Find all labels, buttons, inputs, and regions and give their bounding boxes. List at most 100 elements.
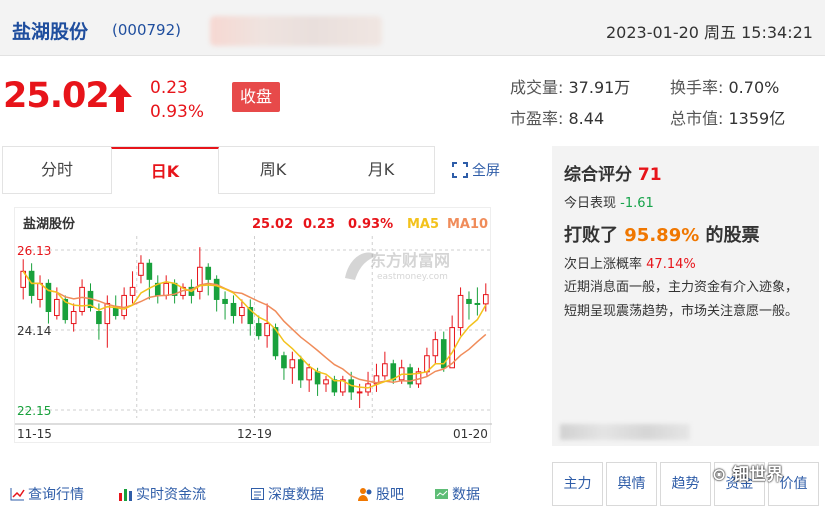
- wechat-icon: ⊙: [712, 465, 727, 485]
- blurred-region: [210, 16, 382, 46]
- kline-chart[interactable]: 盐湖股份 25.02 0.23 0.93% MA5 MA10 东方财富网 eas…: [14, 207, 492, 443]
- legend-ma10: MA10: [447, 217, 488, 232]
- datetime: 2023-01-20 周五 15:34:21: [605, 23, 813, 42]
- link-quote-query[interactable]: 查询行情: [10, 484, 84, 504]
- candle: [87, 283, 94, 312]
- fullscreen-button[interactable]: 全屏: [452, 160, 500, 180]
- button-main-force[interactable]: 主力: [552, 462, 603, 506]
- candle: [432, 331, 439, 364]
- price-change: 0.23 0.93%: [150, 76, 204, 124]
- candle-body: [289, 359, 296, 369]
- candle: [255, 315, 262, 340]
- candle-body: [146, 262, 153, 280]
- candle: [154, 275, 161, 304]
- candle: [197, 247, 203, 300]
- stock-code: (000792): [112, 21, 181, 39]
- blurred-region: [560, 424, 690, 440]
- tab-intraday[interactable]: 分时: [3, 147, 111, 194]
- candle-body: [70, 311, 77, 325]
- up-arrow-icon: [108, 84, 132, 112]
- today-value: -1.61: [620, 196, 654, 211]
- candle: [339, 375, 346, 396]
- ytick-mid: 24.14: [17, 324, 51, 338]
- data-icon: [435, 489, 448, 499]
- candle: [37, 275, 43, 308]
- pe-value: 8.44: [568, 109, 605, 128]
- turnover-label: 换手率:: [670, 78, 724, 97]
- change-value: 0.23: [150, 78, 188, 98]
- candle: [264, 303, 270, 348]
- link-label: 查询行情: [28, 487, 84, 503]
- beat-stat: 打败了 95.89% 的股票: [564, 221, 760, 247]
- legend-ma5: MA5: [407, 217, 439, 232]
- volume-label: 成交量:: [510, 78, 564, 97]
- candle-body: [112, 306, 119, 317]
- today-label: 今日表现: [564, 196, 617, 211]
- candle: [20, 259, 27, 300]
- button-trend[interactable]: 趋势: [660, 462, 711, 506]
- document-icon: [251, 488, 264, 500]
- candle-body: [239, 306, 245, 317]
- candle-body: [314, 371, 321, 385]
- candle: [213, 275, 220, 312]
- candle-body: [54, 298, 60, 317]
- score-description: 近期消息面一般，主力资金有介入迹象，短期呈现震荡趋势，市场关注意愿一般。: [564, 280, 799, 319]
- link-label: 股吧: [376, 487, 404, 503]
- rise-probability: 次日上涨概率 47.14%: [564, 253, 696, 272]
- xtick-3: 01-20: [453, 427, 488, 441]
- candle: [440, 331, 447, 372]
- candle-body: [466, 298, 472, 304]
- wechat-watermark: ⊙ 钿世界: [712, 460, 783, 485]
- watermark-cn: 东方财富网: [370, 251, 450, 270]
- candle-body: [264, 323, 270, 337]
- watermark-en: eastmoney.com: [377, 272, 448, 282]
- candle: [121, 287, 127, 320]
- ytick-top: 26.13: [17, 244, 51, 258]
- candle-body: [121, 294, 127, 317]
- pe-label: 市盈率:: [510, 109, 564, 128]
- candle-body: [306, 367, 312, 381]
- candle-body: [331, 379, 338, 393]
- candle-body: [129, 286, 136, 296]
- link-label: 实时资金流: [136, 487, 206, 503]
- beat-pct: 95.89%: [624, 225, 700, 246]
- link-depth-data[interactable]: 深度数据: [250, 484, 324, 504]
- link-forum[interactable]: 股吧: [358, 484, 404, 504]
- pe-stat: 市盈率: 8.44: [510, 105, 604, 129]
- turnover-value: 0.70%: [728, 78, 780, 97]
- candle-body: [382, 363, 388, 377]
- candle: [129, 271, 136, 304]
- candle-body: [474, 302, 481, 305]
- candle: [205, 263, 212, 296]
- candle-body: [163, 282, 170, 296]
- volume-stat: 成交量: 37.91万: [510, 74, 630, 98]
- mktcap-label: 总市值:: [670, 109, 724, 128]
- today-performance: 今日表现 -1.61: [564, 192, 654, 211]
- chart-change-pct: 0.93%: [348, 217, 393, 232]
- prob-label: 次日上涨概率: [564, 257, 643, 272]
- button-sentiment[interactable]: 舆情: [606, 462, 657, 506]
- people-icon: [358, 488, 372, 501]
- link-data[interactable]: 数据: [434, 484, 480, 504]
- candle: [407, 363, 413, 388]
- tab-weekly-k[interactable]: 周K: [219, 147, 327, 194]
- candle-body: [138, 262, 144, 276]
- fullscreen-label: 全屏: [472, 163, 500, 179]
- header-bar: 盐湖股份 (000792) 2023-01-20 周五 15:34:21: [0, 0, 825, 56]
- chart-stock-name: 盐湖股份: [23, 216, 76, 232]
- candle: [146, 259, 153, 300]
- tab-daily-k[interactable]: 日K: [111, 147, 219, 194]
- prob-value: 47.14%: [646, 257, 696, 272]
- link-capital-flow[interactable]: 实时资金流: [118, 484, 206, 504]
- candle: [449, 315, 455, 369]
- score-title: 综合评分 71: [564, 160, 662, 185]
- candle-body: [255, 323, 262, 337]
- candle: [138, 255, 144, 284]
- current-price: 25.02: [3, 76, 110, 116]
- watermark-text: 钿世界: [732, 465, 784, 485]
- tab-monthly-k[interactable]: 月K: [327, 147, 435, 194]
- stock-name[interactable]: 盐湖股份: [12, 17, 88, 44]
- link-label: 数据: [452, 487, 480, 503]
- volume-value: 37.91万: [568, 78, 631, 97]
- candle: [230, 295, 237, 324]
